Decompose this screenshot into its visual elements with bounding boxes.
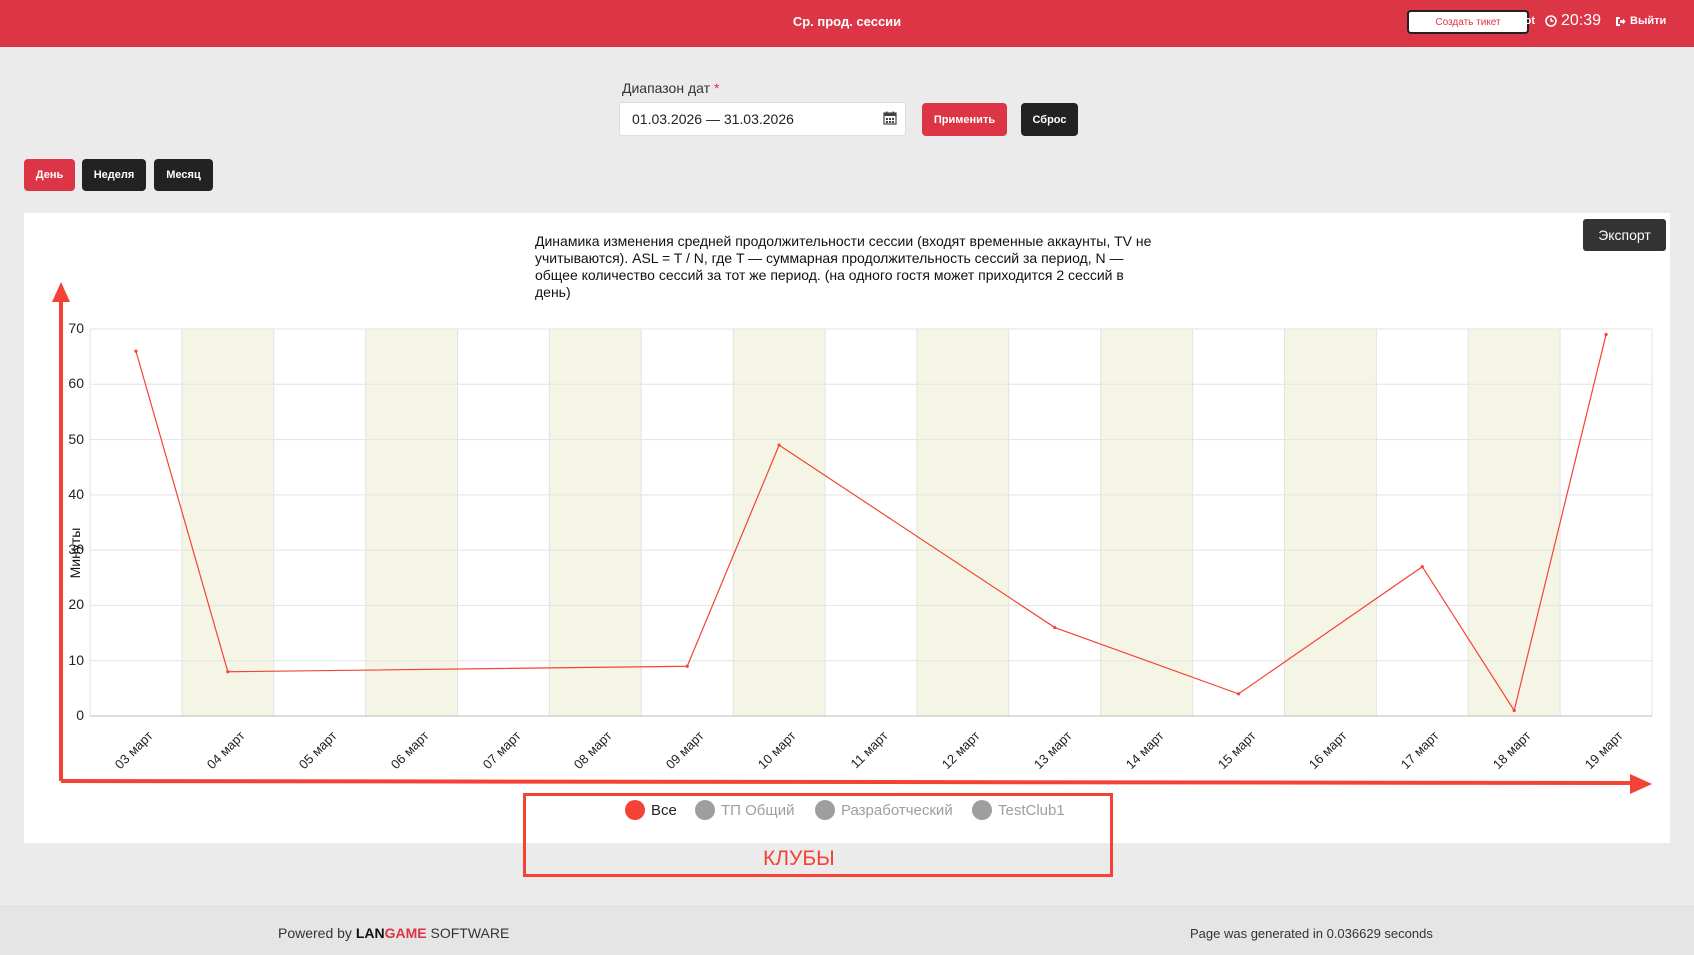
y-tick-label: 30 xyxy=(68,541,84,558)
band-shade xyxy=(1468,329,1561,716)
powered-by: Powered by LANGAME SOFTWARE xyxy=(278,925,509,941)
y-tick-label: 70 xyxy=(68,320,84,336)
y-tick-label: 60 xyxy=(68,375,84,392)
data-point xyxy=(1604,332,1608,337)
data-point xyxy=(685,664,689,668)
data-point xyxy=(1053,625,1057,630)
band-shade xyxy=(549,329,642,716)
clubs-annotation-label: КЛУБЫ xyxy=(763,847,835,870)
band-shade xyxy=(916,329,1009,716)
y-tick-label: 10 xyxy=(68,651,84,668)
y-tick-label: 50 xyxy=(68,430,84,447)
x-axis-arrowhead xyxy=(1630,774,1652,794)
band-shade xyxy=(1100,329,1193,716)
y-tick-label: 40 xyxy=(68,485,84,502)
brand-lan: LAN xyxy=(355,925,385,941)
x-axis-arrow xyxy=(60,779,1637,785)
y-axis-arrowhead xyxy=(52,282,70,302)
generated-time: Page was generated in 0.036629 seconds xyxy=(1190,926,1433,941)
data-point xyxy=(1512,708,1516,713)
brand-game: GAME xyxy=(384,925,427,941)
data-point xyxy=(777,443,781,447)
powered-prefix: Powered by xyxy=(278,925,352,941)
y-tick-label: 20 xyxy=(68,596,84,613)
data-point xyxy=(1420,565,1424,569)
data-point xyxy=(134,349,138,353)
data-point xyxy=(1236,692,1241,696)
band-shade xyxy=(1284,329,1377,716)
brand-suffix: SOFTWARE xyxy=(430,925,510,941)
y-tick-label: 0 xyxy=(76,707,84,723)
series-line xyxy=(135,334,1607,712)
band-shade xyxy=(181,329,274,716)
band-shade xyxy=(365,329,458,716)
footer xyxy=(0,906,1694,955)
data-point xyxy=(226,670,230,674)
